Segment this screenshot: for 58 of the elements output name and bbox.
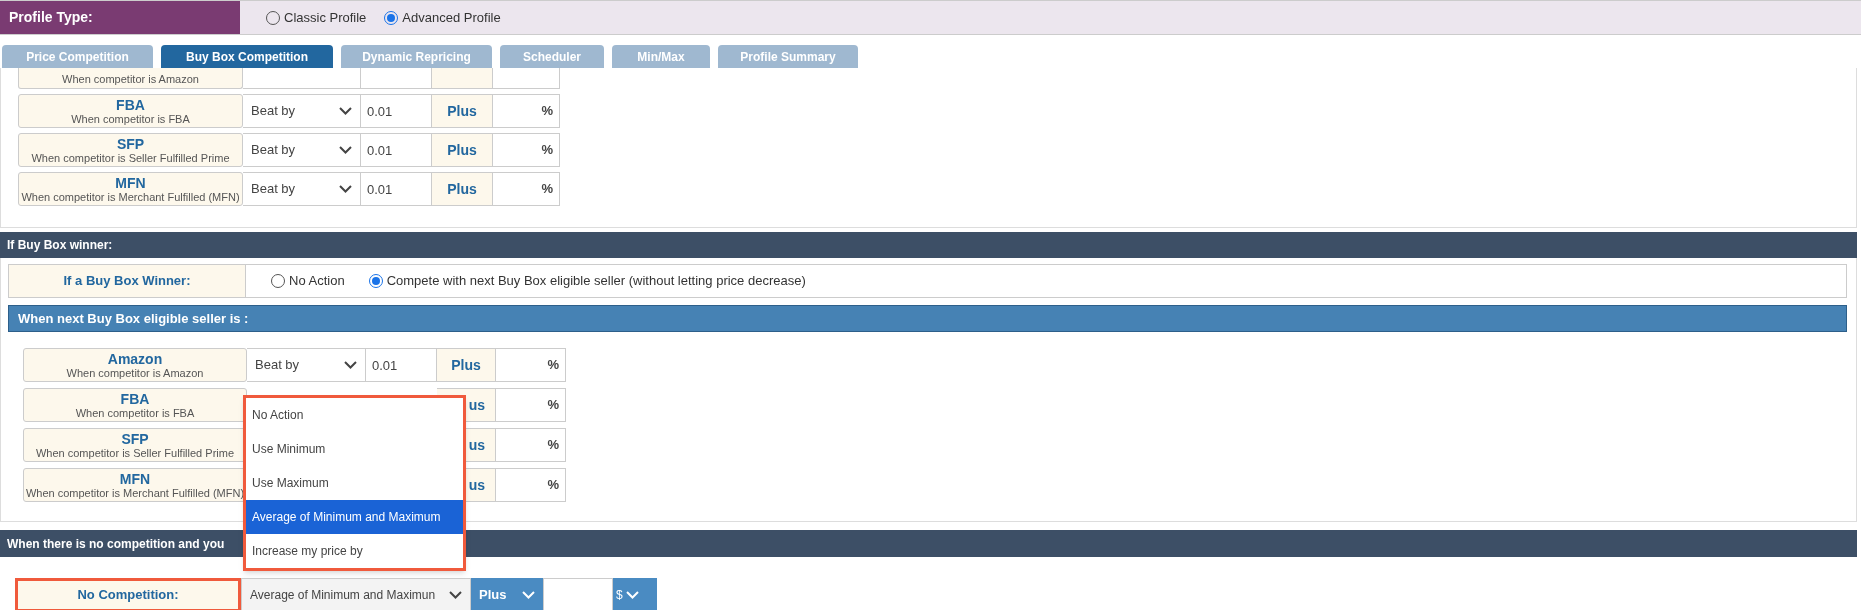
amount-input[interactable]: 0.01	[366, 348, 437, 382]
amount-input[interactable]: 0.01	[361, 133, 432, 167]
row-subtitle: When competitor is Amazon	[62, 74, 199, 85]
radio-label[interactable]: Classic Profile	[284, 7, 367, 28]
plus-label: Plus	[437, 348, 496, 382]
chevron-down-icon	[344, 361, 357, 369]
chevron-down-icon	[449, 591, 462, 599]
row-subtitle: When competitor is Merchant Fulfilled (MFN)	[25, 487, 245, 499]
tab[interactable]: Buy Box Competition	[161, 45, 333, 68]
chevron-down-icon	[522, 591, 535, 599]
rule-select[interactable]: Beat by	[247, 348, 366, 382]
row-subtitle: When competitor is Seller Fulfilled Prime	[31, 152, 230, 164]
amount-input[interactable]: 0.01	[361, 94, 432, 128]
row-title: SFP	[116, 136, 145, 151]
winner-label: If a Buy Box Winner:	[9, 265, 246, 297]
radio-label[interactable]: Advanced Profile	[402, 7, 501, 28]
row-title: FBA	[120, 391, 150, 406]
profile-type-label: Profile Type:	[0, 1, 240, 34]
dropdown-option[interactable]: Increase my price by	[246, 534, 463, 568]
row-subtitle: When competitor is Amazon	[66, 367, 204, 379]
plus-label: Plus	[432, 94, 493, 128]
unit-label: %	[493, 133, 560, 167]
row-subtitle: When competitor is Seller Fulfilled Prime	[35, 447, 235, 459]
unit-select[interactable]: $	[613, 578, 657, 610]
unit-label: %	[493, 94, 560, 128]
row-subtitle: When competitor is FBA	[71, 113, 190, 125]
rule-select[interactable]: Beat by	[243, 94, 361, 128]
dropdown-option[interactable]: Average of Minimum and Maximum	[246, 500, 463, 534]
amount-input[interactable]: 0.01	[361, 172, 432, 206]
rule-select[interactable]: Beat by	[243, 133, 361, 167]
chevron-down-icon	[339, 146, 352, 154]
chevron-down-icon	[339, 107, 352, 115]
row-title: Amazon	[107, 351, 163, 366]
unit-label: %	[496, 388, 566, 422]
unit-label: %	[493, 172, 560, 206]
plus-label: Plus	[432, 172, 493, 206]
rule-select[interactable]: Beat by	[243, 172, 361, 206]
plus-cell	[432, 68, 493, 89]
unit-label: %	[496, 468, 566, 502]
plus-label: Plus	[432, 133, 493, 167]
unit-cell	[493, 68, 560, 89]
row-title: SFP	[121, 431, 149, 446]
row-subtitle: When competitor is Merchant Fulfilled (MFN)	[21, 191, 240, 203]
unit-label: %	[496, 428, 566, 462]
subsection-header: When next Buy Box eligible seller is :	[8, 305, 1847, 332]
row-title: MFN	[115, 175, 146, 190]
radio-label[interactable]: No Action	[289, 271, 345, 291]
unit-label: %	[496, 348, 566, 382]
chevron-down-icon	[626, 591, 639, 599]
no-competition-label: No Competition:	[15, 578, 241, 610]
radio-label[interactable]: Compete with next Buy Box eligible seller (without letting price decrease)	[386, 271, 806, 291]
mode-select[interactable]: Plus	[471, 578, 543, 610]
row-title: FBA	[116, 97, 145, 112]
row-subtitle: When competitor is FBA	[75, 407, 195, 419]
section-header: If Buy Box winner:	[0, 232, 1857, 258]
chevron-down-icon	[339, 185, 352, 193]
row-title: MFN	[119, 471, 151, 486]
rule-select[interactable]: Average of Minimum and Maximun	[241, 578, 471, 610]
